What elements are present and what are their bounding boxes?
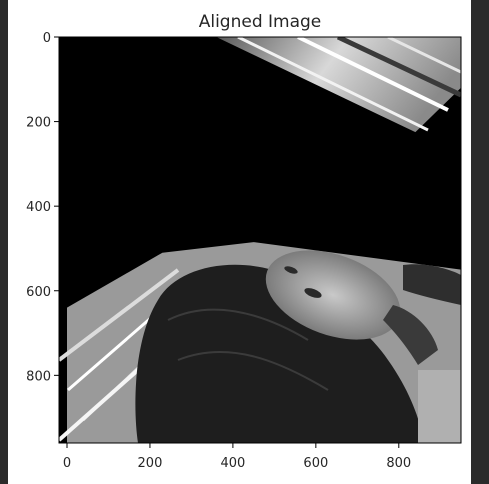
y-axis: 0 200 400 600 800	[26, 31, 59, 384]
x-axis: 0 200 400 600 800	[63, 443, 411, 471]
x-tick-label: 400	[220, 456, 245, 471]
x-tick-label: 0	[63, 456, 71, 471]
x-tick-label: 200	[138, 456, 163, 471]
y-tick-label: 400	[26, 200, 51, 215]
plot-svg: Aligned Image 0200400600800 0 200 400 60…	[26, 12, 462, 471]
x-tick-label: 600	[303, 456, 328, 471]
y-tick-label: 200	[26, 116, 51, 131]
aligned-image	[59, 37, 461, 443]
figure: Aligned Image 0 200 400 600 800 0 200 40…	[8, 0, 471, 484]
chart-title: Aligned Image	[199, 12, 322, 32]
y-tick-label: 800	[26, 369, 51, 384]
x-tick-label: 800	[386, 456, 411, 471]
y-tick-label: 600	[26, 285, 51, 300]
y-tick-label: 0	[43, 31, 51, 46]
